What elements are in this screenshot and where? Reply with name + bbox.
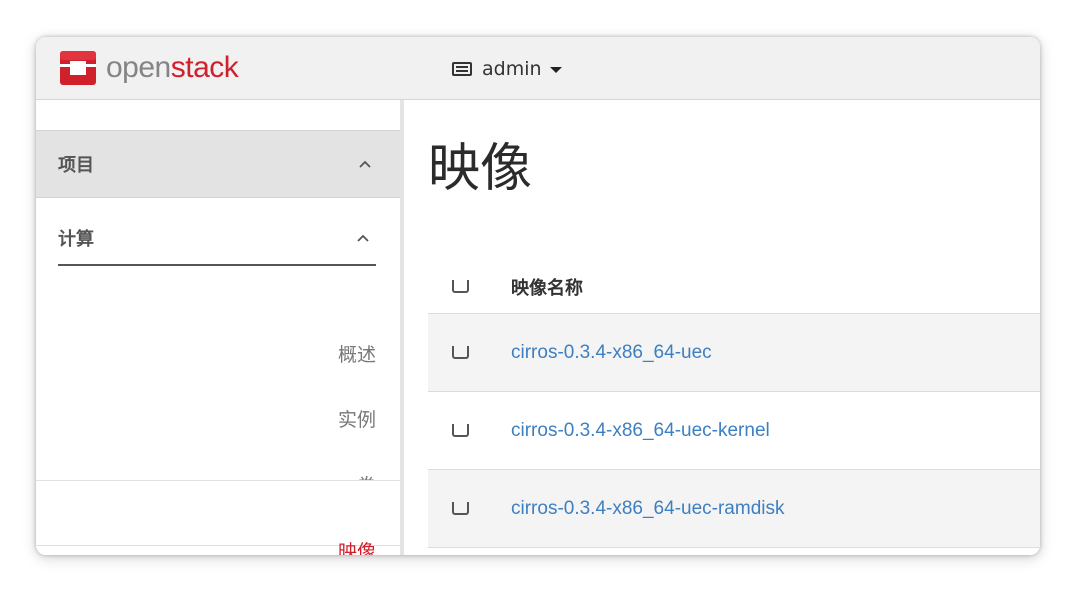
openstack-logo[interactable]: openstack [58, 48, 239, 88]
images-table: 映像名称 cirros-0.3.4-x86_64-uec cirros-0.3.… [428, 260, 1040, 548]
sidebar: 项目 计算 概述 实例 卷 映像 [36, 100, 404, 555]
chevron-up-icon [357, 234, 369, 242]
openstack-logo-icon [60, 51, 96, 85]
row-checkbox[interactable] [452, 502, 469, 515]
sidebar-item-overview[interactable]: 概述 [338, 340, 376, 367]
table-row: cirros-0.3.4-x86_64-uec-ramdisk [428, 470, 1040, 548]
row-checkbox[interactable] [452, 346, 469, 359]
sidebar-panel-label: 项目 [58, 155, 94, 176]
select-all-checkbox[interactable] [452, 280, 469, 293]
logo-text-stack: stack [170, 51, 239, 84]
image-name-link[interactable]: cirros-0.3.4-x86_64-uec [511, 342, 712, 364]
chevron-up-icon [359, 160, 371, 168]
sidebar-group-compute[interactable]: 计算 [58, 212, 376, 266]
logo-text-open: open [106, 51, 171, 84]
project-card-icon [452, 62, 472, 76]
top-navbar: openstack admin [36, 37, 1040, 100]
project-switcher-dropdown[interactable]: admin [452, 55, 562, 83]
page-title: 映像 [428, 139, 533, 199]
row-checkbox[interactable] [452, 424, 469, 437]
project-name: admin [482, 58, 542, 80]
table-header: 映像名称 [428, 260, 1040, 314]
column-header-image-name[interactable]: 映像名称 [511, 274, 583, 300]
sidebar-group-label: 计算 [58, 229, 94, 250]
table-row: cirros-0.3.4-x86_64-uec-kernel [428, 392, 1040, 470]
table-row: cirros-0.3.4-x86_64-uec [428, 314, 1040, 392]
sidebar-panel-project[interactable]: 项目 [36, 130, 400, 198]
app-window: openstack admin 项目 计算 概述 实例 卷 [36, 37, 1040, 555]
sidebar-item-images[interactable]: 映像 [338, 537, 376, 555]
main-content: 映像 映像名称 cirros-0.3.4-x86_64-uec cirros-0… [404, 100, 1040, 555]
image-name-link[interactable]: cirros-0.3.4-x86_64-uec-ramdisk [511, 498, 785, 520]
logo-wordmark: openstack [106, 48, 239, 88]
sidebar-item-instances[interactable]: 实例 [338, 405, 376, 432]
image-name-link[interactable]: cirros-0.3.4-x86_64-uec-kernel [511, 420, 770, 442]
caret-down-icon [549, 67, 562, 73]
